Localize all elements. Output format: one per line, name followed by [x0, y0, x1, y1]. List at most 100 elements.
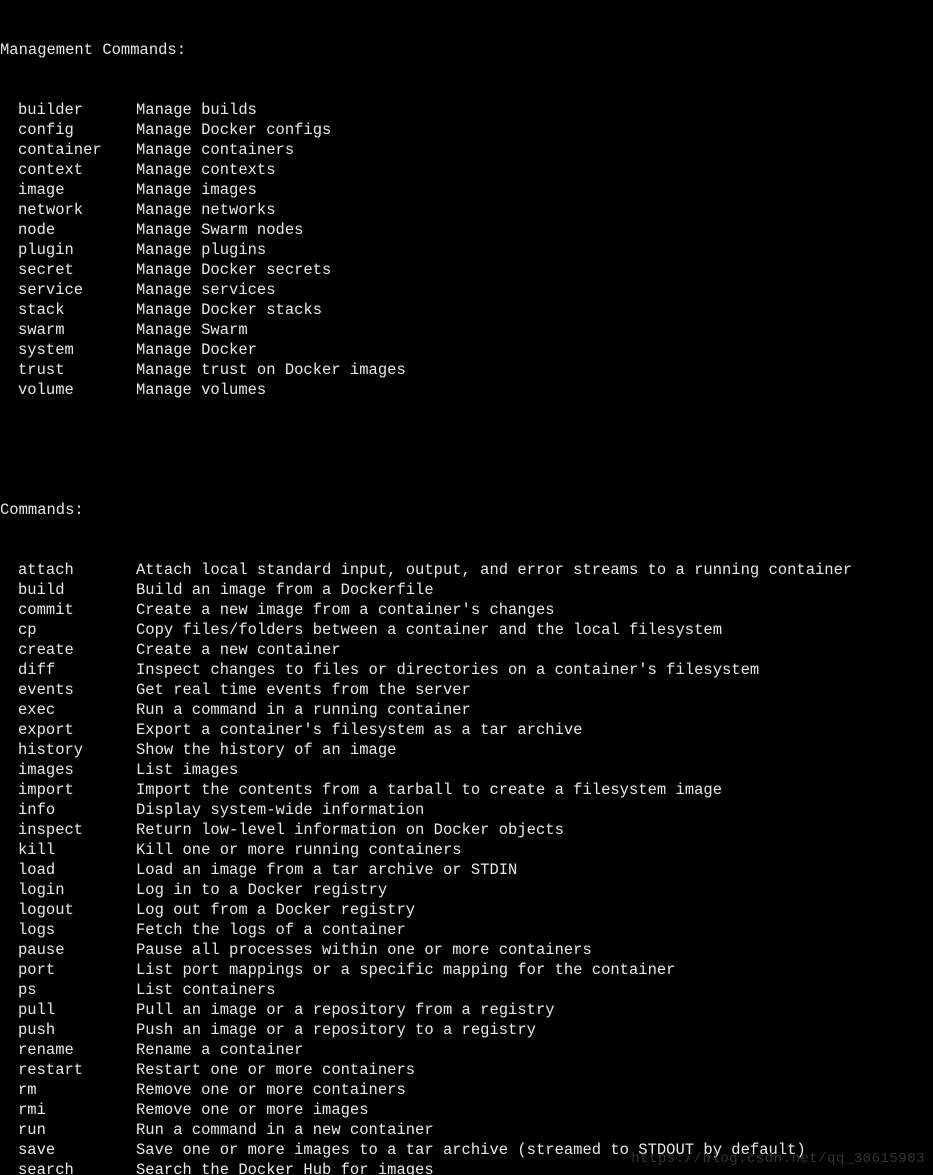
command-name: create: [0, 640, 136, 660]
command-name: events: [0, 680, 136, 700]
mgmt-commands-list: builderManage buildsconfigManage Docker …: [0, 100, 933, 400]
command-row: historyShow the history of an image: [0, 740, 933, 760]
command-row: diffInspect changes to files or director…: [0, 660, 933, 680]
command-row: execRun a command in a running container: [0, 700, 933, 720]
command-description: Rename a container: [136, 1041, 303, 1059]
command-description: Create a new container: [136, 641, 341, 659]
command-description: Run a command in a running container: [136, 701, 471, 719]
command-row: logoutLog out from a Docker registry: [0, 900, 933, 920]
mgmt-header: Management Commands:: [0, 40, 933, 60]
command-description: Run a command in a new container: [136, 1121, 434, 1139]
command-description: Save one or more images to a tar archive…: [136, 1141, 806, 1159]
command-description: Log out from a Docker registry: [136, 901, 415, 919]
mgmt-command-row: containerManage containers: [0, 140, 933, 160]
mgmt-command-row: contextManage contexts: [0, 160, 933, 180]
command-description: Manage volumes: [136, 381, 266, 399]
blank-line: [0, 440, 933, 460]
command-name: restart: [0, 1060, 136, 1080]
command-row: buildBuild an image from a Dockerfile: [0, 580, 933, 600]
command-row: infoDisplay system-wide information: [0, 800, 933, 820]
command-description: Manage containers: [136, 141, 294, 159]
command-description: Show the history of an image: [136, 741, 396, 759]
command-description: Import the contents from a tarball to cr…: [136, 781, 722, 799]
command-description: Restart one or more containers: [136, 1061, 415, 1079]
command-description: Manage networks: [136, 201, 276, 219]
command-description: Manage Swarm nodes: [136, 221, 303, 239]
command-description: Create a new image from a container's ch…: [136, 601, 555, 619]
command-description: Manage builds: [136, 101, 257, 119]
command-row: loginLog in to a Docker registry: [0, 880, 933, 900]
mgmt-command-row: imageManage images: [0, 180, 933, 200]
command-name: kill: [0, 840, 136, 860]
mgmt-command-row: secretManage Docker secrets: [0, 260, 933, 280]
mgmt-command-row: stackManage Docker stacks: [0, 300, 933, 320]
command-description: Push an image or a repository to a regis…: [136, 1021, 536, 1039]
command-name: ps: [0, 980, 136, 1000]
command-name: port: [0, 960, 136, 980]
command-row: commitCreate a new image from a containe…: [0, 600, 933, 620]
command-description: List port mappings or a specific mapping…: [136, 961, 676, 979]
command-description: Pull an image or a repository from a reg…: [136, 1001, 555, 1019]
command-name: exec: [0, 700, 136, 720]
command-name: rm: [0, 1080, 136, 1100]
command-name: attach: [0, 560, 136, 580]
command-row: portList port mappings or a specific map…: [0, 960, 933, 980]
command-row: logsFetch the logs of a container: [0, 920, 933, 940]
command-row: rmiRemove one or more images: [0, 1100, 933, 1120]
command-name: history: [0, 740, 136, 760]
mgmt-command-row: nodeManage Swarm nodes: [0, 220, 933, 240]
command-name: container: [0, 140, 136, 160]
command-row: imagesList images: [0, 760, 933, 780]
commands-header: Commands:: [0, 500, 933, 520]
command-name: logout: [0, 900, 136, 920]
command-description: Manage services: [136, 281, 276, 299]
command-description: Search the Docker Hub for images: [136, 1161, 434, 1175]
command-description: Export a container's filesystem as a tar…: [136, 721, 582, 739]
command-description: Kill one or more running containers: [136, 841, 462, 859]
command-row: loadLoad an image from a tar archive or …: [0, 860, 933, 880]
command-name: images: [0, 760, 136, 780]
command-name: cp: [0, 620, 136, 640]
command-name: rename: [0, 1040, 136, 1060]
command-name: pause: [0, 940, 136, 960]
command-name: run: [0, 1120, 136, 1140]
command-description: List containers: [136, 981, 276, 999]
command-row: inspectReturn low-level information on D…: [0, 820, 933, 840]
command-row: cpCopy files/folders between a container…: [0, 620, 933, 640]
command-name: builder: [0, 100, 136, 120]
command-name: load: [0, 860, 136, 880]
command-name: save: [0, 1140, 136, 1160]
command-description: Manage trust on Docker images: [136, 361, 406, 379]
command-description: Manage images: [136, 181, 257, 199]
mgmt-command-row: trustManage trust on Docker images: [0, 360, 933, 380]
command-description: Manage Docker stacks: [136, 301, 322, 319]
command-row: searchSearch the Docker Hub for images: [0, 1160, 933, 1175]
command-name: secret: [0, 260, 136, 280]
mgmt-command-row: swarmManage Swarm: [0, 320, 933, 340]
command-name: import: [0, 780, 136, 800]
command-name: plugin: [0, 240, 136, 260]
command-name: push: [0, 1020, 136, 1040]
command-row: attachAttach local standard input, outpu…: [0, 560, 933, 580]
command-name: stack: [0, 300, 136, 320]
command-name: context: [0, 160, 136, 180]
command-description: Fetch the logs of a container: [136, 921, 406, 939]
command-row: eventsGet real time events from the serv…: [0, 680, 933, 700]
command-name: inspect: [0, 820, 136, 840]
command-name: node: [0, 220, 136, 240]
command-row: pullPull an image or a repository from a…: [0, 1000, 933, 1020]
command-row: importImport the contents from a tarball…: [0, 780, 933, 800]
command-description: Load an image from a tar archive or STDI…: [136, 861, 517, 879]
command-name: build: [0, 580, 136, 600]
command-description: Attach local standard input, output, and…: [136, 561, 852, 579]
command-row: rmRemove one or more containers: [0, 1080, 933, 1100]
command-row: restartRestart one or more containers: [0, 1060, 933, 1080]
command-row: renameRename a container: [0, 1040, 933, 1060]
command-name: search: [0, 1160, 136, 1175]
command-description: Log in to a Docker registry: [136, 881, 387, 899]
mgmt-command-row: volumeManage volumes: [0, 380, 933, 400]
command-row: pausePause all processes within one or m…: [0, 940, 933, 960]
command-description: Manage Docker: [136, 341, 257, 359]
command-row: pushPush an image or a repository to a r…: [0, 1020, 933, 1040]
command-description: Display system-wide information: [136, 801, 424, 819]
